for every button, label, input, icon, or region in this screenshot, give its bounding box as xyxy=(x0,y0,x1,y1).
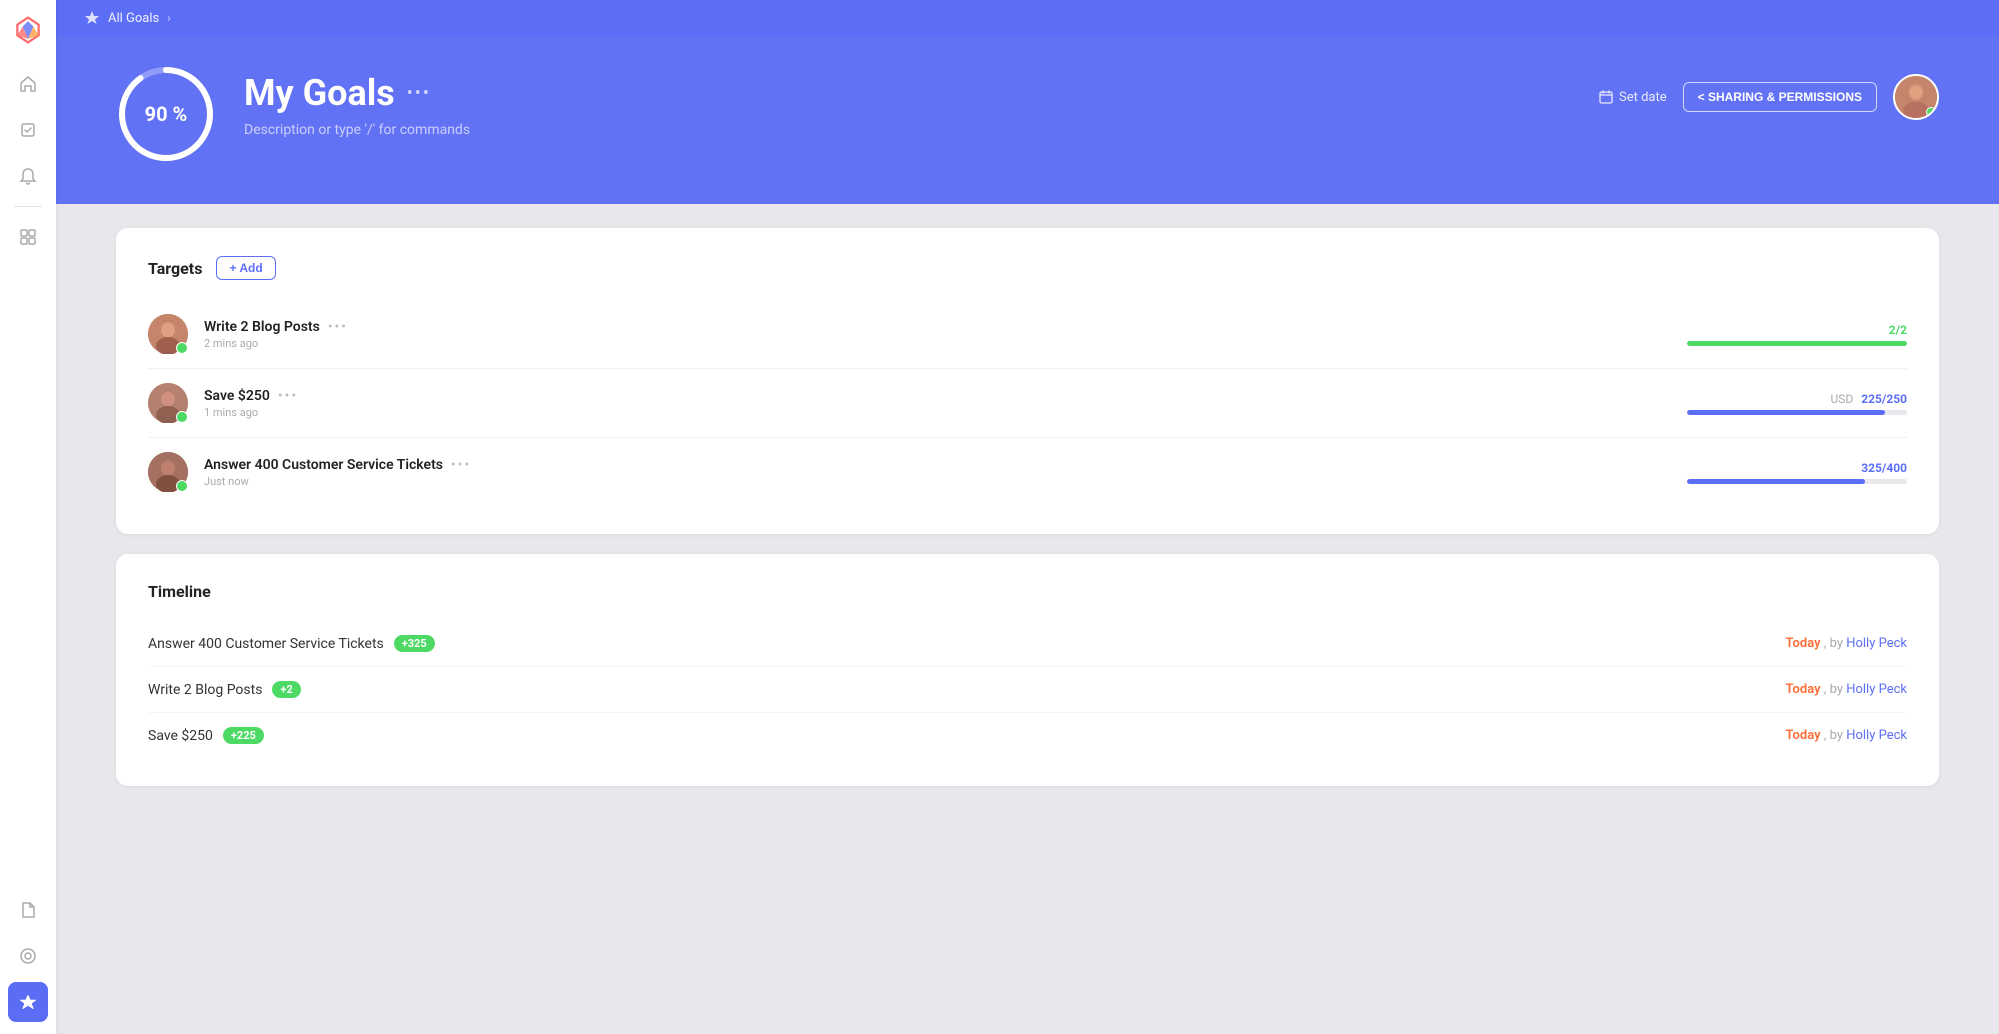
target-item: Write 2 Blog Posts ••• 2 mins ago 2/2 xyxy=(148,300,1907,369)
target-fraction-3: 325/400 xyxy=(1861,461,1907,475)
goal-title: My Goals xyxy=(244,72,395,114)
target-name-3: Answer 400 Customer Service Tickets xyxy=(204,457,443,473)
timeline-badge-3: +225 xyxy=(223,727,264,744)
timeline-author-2[interactable]: Holly Peck xyxy=(1846,682,1907,697)
timeline-text-1: Answer 400 Customer Service Tickets +325 xyxy=(148,635,1786,652)
app-logo[interactable] xyxy=(10,12,46,48)
breadcrumb-label[interactable]: All Goals xyxy=(108,11,159,26)
goal-description[interactable]: Description or type '/' for commands xyxy=(244,122,1571,138)
sidebar xyxy=(0,0,56,1034)
target-online-dot-2 xyxy=(176,411,188,423)
target-avatar-1 xyxy=(148,314,188,354)
trophy-icon xyxy=(84,10,100,26)
set-date-button[interactable]: Set date xyxy=(1599,90,1667,105)
targets-card: Targets + Add Write 2 Blog Posts ••• xyxy=(116,228,1939,534)
targets-title: Targets xyxy=(148,259,202,278)
target-info-3: Answer 400 Customer Service Tickets ••• … xyxy=(204,457,1671,488)
progress-bar-bg-1 xyxy=(1687,341,1907,346)
timeline-title: Timeline xyxy=(148,582,1907,601)
target-name-2: Save $250 xyxy=(204,388,270,404)
timeline-label-3: Save $250 xyxy=(148,728,213,744)
target-menu-button-2[interactable]: ••• xyxy=(278,388,298,404)
target-item-2: Save $250 ••• 1 mins ago USD 225/250 xyxy=(148,369,1907,438)
avatar-online-indicator xyxy=(1926,107,1936,117)
progress-bar-bg-2 xyxy=(1687,410,1907,415)
calendar-icon xyxy=(1599,90,1613,104)
progress-bar-bg-3 xyxy=(1687,479,1907,484)
target-item-3: Answer 400 Customer Service Tickets ••• … xyxy=(148,438,1907,506)
sidebar-item-docs[interactable] xyxy=(8,890,48,930)
timeline-card: Timeline Answer 400 Customer Service Tic… xyxy=(116,554,1939,786)
target-name-1: Write 2 Blog Posts xyxy=(204,319,320,335)
main-content: All Goals › 90 % My Goals ••• Descriptio… xyxy=(56,0,1999,1034)
sidebar-item-tasks[interactable] xyxy=(8,110,48,150)
target-progress-1: 2/2 xyxy=(1687,323,1907,346)
timeline-date-2: Today xyxy=(1786,682,1821,697)
progress-bar-fill-1 xyxy=(1687,341,1907,346)
target-fraction-1: 2/2 xyxy=(1889,323,1907,337)
timeline-by-1: , by xyxy=(1824,636,1846,651)
target-time-3: Just now xyxy=(204,475,1671,488)
progress-circle: 90 % xyxy=(116,64,216,164)
breadcrumb-chevron-icon: › xyxy=(167,11,171,25)
progress-bar-fill-3 xyxy=(1687,479,1865,484)
timeline-item-1: Answer 400 Customer Service Tickets +325… xyxy=(148,621,1907,667)
target-menu-button-1[interactable]: ••• xyxy=(328,319,348,335)
timeline-item-2: Write 2 Blog Posts +2 Today , by Holly P… xyxy=(148,667,1907,713)
set-date-label: Set date xyxy=(1619,90,1667,105)
timeline-label-1: Answer 400 Customer Service Tickets xyxy=(148,636,384,652)
target-fraction-2: 225/250 xyxy=(1861,392,1907,406)
target-menu-button-3[interactable]: ••• xyxy=(451,457,471,473)
targets-header: Targets + Add xyxy=(148,256,1907,280)
progress-label: 90 % xyxy=(145,102,188,126)
sharing-permissions-button[interactable]: < SHARING & PERMISSIONS xyxy=(1683,82,1877,112)
timeline-text-2: Write 2 Blog Posts +2 xyxy=(148,681,1786,698)
target-time-2: 1 mins ago xyxy=(204,406,1671,419)
timeline-meta-1: Today , by Holly Peck xyxy=(1786,636,1907,651)
target-avatar-3 xyxy=(148,452,188,492)
sidebar-divider xyxy=(14,206,42,207)
progress-bar-fill-2 xyxy=(1687,410,1885,415)
target-time-1: 2 mins ago xyxy=(204,337,1671,350)
breadcrumb-bar: All Goals › xyxy=(56,0,1999,36)
timeline-date-3: Today xyxy=(1786,728,1821,743)
target-info-1: Write 2 Blog Posts ••• 2 mins ago xyxy=(204,319,1671,350)
add-target-button[interactable]: + Add xyxy=(216,256,275,280)
timeline-author-1[interactable]: Holly Peck xyxy=(1846,636,1907,651)
sidebar-item-notifications[interactable] xyxy=(8,156,48,196)
target-online-dot-3 xyxy=(176,480,188,492)
user-avatar[interactable] xyxy=(1893,74,1939,120)
sidebar-item-pulse[interactable] xyxy=(8,936,48,976)
timeline-badge-1: +325 xyxy=(394,635,435,652)
header-section: 90 % My Goals ••• Description or type '/… xyxy=(56,36,1999,204)
timeline-author-3[interactable]: Holly Peck xyxy=(1846,728,1907,743)
sidebar-item-home[interactable] xyxy=(8,64,48,104)
target-progress-3: 325/400 xyxy=(1687,461,1907,484)
timeline-meta-3: Today , by Holly Peck xyxy=(1786,728,1907,743)
goal-menu-button[interactable]: ••• xyxy=(407,83,431,104)
goal-title-area: My Goals ••• Description or type '/' for… xyxy=(244,64,1571,138)
target-online-dot-1 xyxy=(176,342,188,354)
sidebar-item-dashboard[interactable] xyxy=(8,217,48,257)
target-progress-2: USD 225/250 xyxy=(1687,392,1907,415)
target-info-2: Save $250 ••• 1 mins ago xyxy=(204,388,1671,419)
content-area: Targets + Add Write 2 Blog Posts ••• xyxy=(56,204,1999,1034)
sidebar-item-goals[interactable] xyxy=(8,982,48,1022)
timeline-date-1: Today xyxy=(1786,636,1821,651)
timeline-by-2: , by xyxy=(1824,682,1846,697)
target-currency-2: USD xyxy=(1830,392,1853,406)
header-actions: Set date < SHARING & PERMISSIONS xyxy=(1599,64,1939,120)
target-avatar-2 xyxy=(148,383,188,423)
timeline-text-3: Save $250 +225 xyxy=(148,727,1786,744)
timeline-meta-2: Today , by Holly Peck xyxy=(1786,682,1907,697)
timeline-badge-2: +2 xyxy=(272,681,300,698)
timeline-item-3: Save $250 +225 Today , by Holly Peck xyxy=(148,713,1907,758)
timeline-by-3: , by xyxy=(1824,728,1846,743)
timeline-label-2: Write 2 Blog Posts xyxy=(148,682,262,698)
